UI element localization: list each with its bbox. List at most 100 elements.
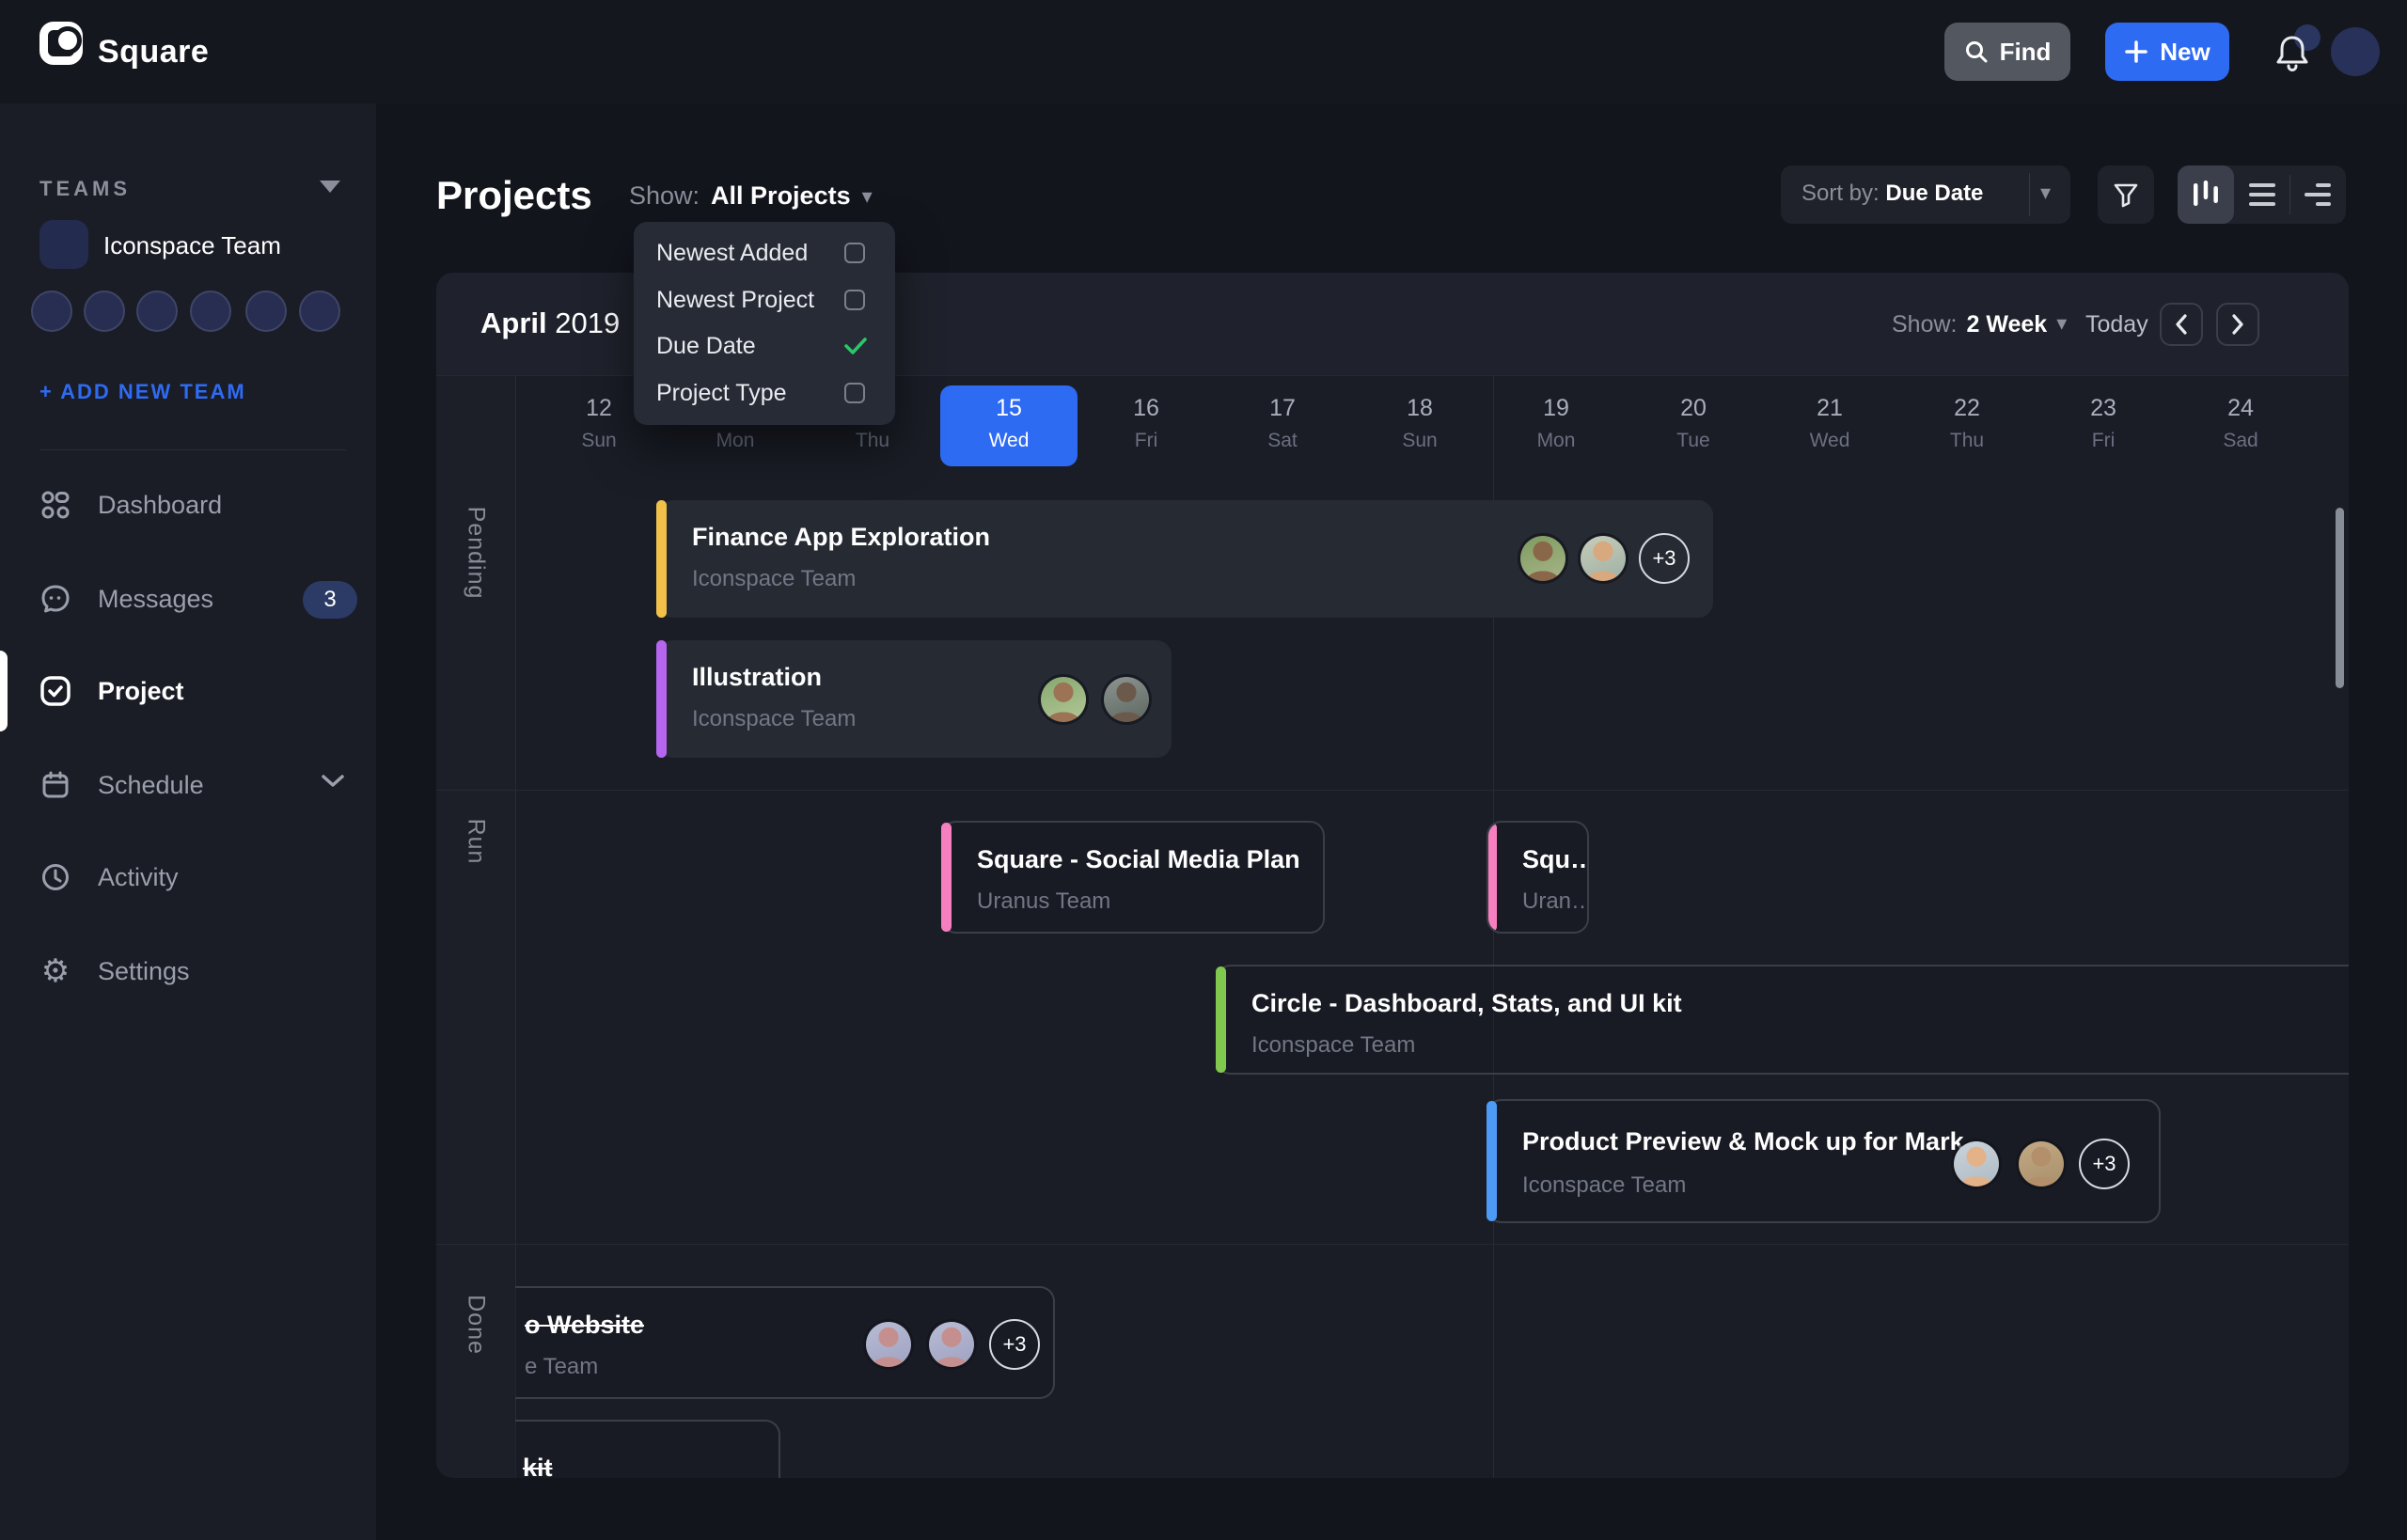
day-cell-24[interactable]: 24Sad <box>2172 385 2309 466</box>
card-accent-bar <box>1487 1101 1497 1221</box>
team-member-avatar[interactable] <box>245 291 287 332</box>
team-member-avatar[interactable] <box>299 291 340 332</box>
chevron-down-icon: ▾ <box>2056 311 2067 338</box>
day-cell-20[interactable]: 20Tue <box>1625 385 1762 466</box>
project-card-square-clipped[interactable]: Squ… Uran… <box>1487 821 1589 934</box>
settings-gear-icon: ⚙ <box>39 955 71 987</box>
view-kanban-button[interactable] <box>2178 165 2234 224</box>
member-avatar <box>1581 536 1626 581</box>
card-title: o Website <box>525 1311 644 1340</box>
teams-heading: TEAMS <box>39 177 131 201</box>
checkbox-unchecked[interactable] <box>844 290 865 310</box>
plus-icon <box>2124 39 2148 64</box>
sidebar-item-label: Schedule <box>98 771 204 800</box>
team-member-avatar[interactable] <box>84 291 125 332</box>
notifications-bell-icon[interactable] <box>2273 34 2311 73</box>
card-team: Iconspace Team <box>1522 1172 1686 1199</box>
square-logo-dot <box>58 31 77 50</box>
project-card-square-social-media-plan[interactable]: Square - Social Media Plan Uranus Team <box>941 821 1325 934</box>
sidebar-item-project[interactable]: Project <box>0 648 376 734</box>
day-cell-21[interactable]: 21Wed <box>1761 385 1898 466</box>
sidebar: TEAMS Iconspace Team + ADD NEW TEAM Dash… <box>0 103 376 1540</box>
card-accent-bar <box>656 640 667 758</box>
view-list-button[interactable] <box>2234 165 2290 224</box>
card-team: Uran… <box>1522 888 1589 915</box>
sidebar-item-label: Messages <box>98 585 213 614</box>
card-title: Finance App Exploration <box>692 523 990 552</box>
chevron-down-icon[interactable] <box>320 773 346 790</box>
sidebar-divider <box>39 449 346 450</box>
team-member-avatar[interactable] <box>136 291 178 332</box>
view-timeline-button[interactable] <box>2289 165 2346 224</box>
next-period-button[interactable] <box>2216 303 2259 346</box>
show-filter-dropdown-menu: Newest Added Newest Project Due Date Pro… <box>634 222 895 425</box>
filter-funnel-icon <box>2112 181 2140 209</box>
dropdown-item-newest-project[interactable]: Newest Project <box>634 276 895 323</box>
sidebar-item-label: Activity <box>98 863 179 892</box>
card-team: Iconspace Team <box>692 706 856 732</box>
day-cell-16[interactable]: 16Fri <box>1078 385 1215 466</box>
project-card-circle-dashboard[interactable]: Circle - Dashboard, Stats, and UI kit Ic… <box>1216 965 2349 1075</box>
team-avatar[interactable] <box>39 220 88 269</box>
today-button[interactable]: Today <box>2085 311 2148 338</box>
calendar-month: April <box>480 306 547 339</box>
sidebar-item-label: Dashboard <box>98 491 222 520</box>
vertical-scrollbar-thumb[interactable] <box>2336 508 2344 688</box>
member-avatar <box>1104 677 1149 722</box>
checkbox-unchecked[interactable] <box>844 243 865 263</box>
dropdown-item-project-type[interactable]: Project Type <box>634 369 895 416</box>
checkbox-unchecked[interactable] <box>844 383 865 403</box>
sidebar-item-dashboard[interactable]: Dashboard <box>0 462 376 548</box>
day-cell-23[interactable]: 23Fri <box>2035 385 2172 466</box>
row-label-pending: Pending <box>463 507 490 600</box>
member-avatar <box>2019 1141 2064 1186</box>
row-label-run: Run <box>463 819 490 865</box>
row-divider <box>436 790 2349 791</box>
teams-collapse-icon[interactable] <box>320 181 340 193</box>
sidebar-item-activity[interactable]: Activity <box>0 834 376 920</box>
team-name[interactable]: Iconspace Team <box>103 231 281 260</box>
new-button[interactable]: New <box>2105 23 2229 81</box>
calendar-year: 2019 <box>555 306 620 339</box>
card-title: Squ… <box>1522 845 1589 874</box>
user-avatar[interactable] <box>2331 27 2380 76</box>
sidebar-item-settings[interactable]: ⚙ Settings <box>0 928 376 1014</box>
project-card-website-done[interactable]: o Website e Team +3 <box>515 1286 1055 1399</box>
row-label-done: Done <box>463 1295 490 1355</box>
member-avatar <box>1520 536 1565 581</box>
more-members-badge[interactable]: +3 <box>2079 1139 2130 1189</box>
card-accent-bar <box>941 823 952 932</box>
add-new-team-button[interactable]: + ADD NEW TEAM <box>39 380 246 404</box>
day-cell-17[interactable]: 17Sat <box>1214 385 1351 466</box>
team-member-avatar[interactable] <box>190 291 231 332</box>
schedule-calendar-icon <box>39 770 71 800</box>
sort-by-dropdown[interactable]: Sort by: Due Date ▾ <box>1781 165 2070 224</box>
filter-button[interactable] <box>2098 165 2154 224</box>
prev-period-button[interactable] <box>2160 303 2203 346</box>
app-logo-title: Square <box>98 34 209 71</box>
divider <box>2029 173 2030 216</box>
new-button-label: New <box>2160 38 2210 67</box>
dropdown-item-newest-added[interactable]: Newest Added <box>634 229 895 276</box>
project-card-finance-app-exploration[interactable]: Finance App Exploration Iconspace Team +… <box>658 500 1713 618</box>
member-avatar <box>1041 677 1086 722</box>
day-cell-19[interactable]: 19Mon <box>1487 385 1625 466</box>
project-card-illustration[interactable]: Illustration Iconspace Team <box>658 640 1172 758</box>
project-card-product-preview[interactable]: Product Preview & Mock up for Mark… Icon… <box>1487 1099 2161 1223</box>
day-cell-15-selected[interactable]: 15Wed <box>940 385 1078 466</box>
dropdown-item-due-date[interactable]: Due Date <box>634 322 895 369</box>
member-avatar <box>1954 1141 1999 1186</box>
day-cell-18[interactable]: 18Sun <box>1351 385 1488 466</box>
sidebar-item-label: Project <box>98 677 184 706</box>
card-title: Square - Social Media Plan <box>977 845 1300 874</box>
show-filter-dropdown-trigger[interactable]: Show: All Projects ▾ <box>629 181 873 211</box>
day-cell-22[interactable]: 22Thu <box>1898 385 2036 466</box>
card-accent-bar <box>1487 823 1497 932</box>
more-members-badge[interactable]: +3 <box>989 1319 1040 1370</box>
range-dropdown-trigger[interactable]: Show: 2 Week ▾ <box>1892 311 2067 338</box>
find-button[interactable]: Find <box>1944 23 2070 81</box>
project-card-kit-done[interactable]: kit <box>515 1420 780 1478</box>
card-accent-bar <box>1216 966 1226 1073</box>
more-members-badge[interactable]: +3 <box>1639 533 1690 584</box>
team-member-avatar[interactable] <box>31 291 72 332</box>
